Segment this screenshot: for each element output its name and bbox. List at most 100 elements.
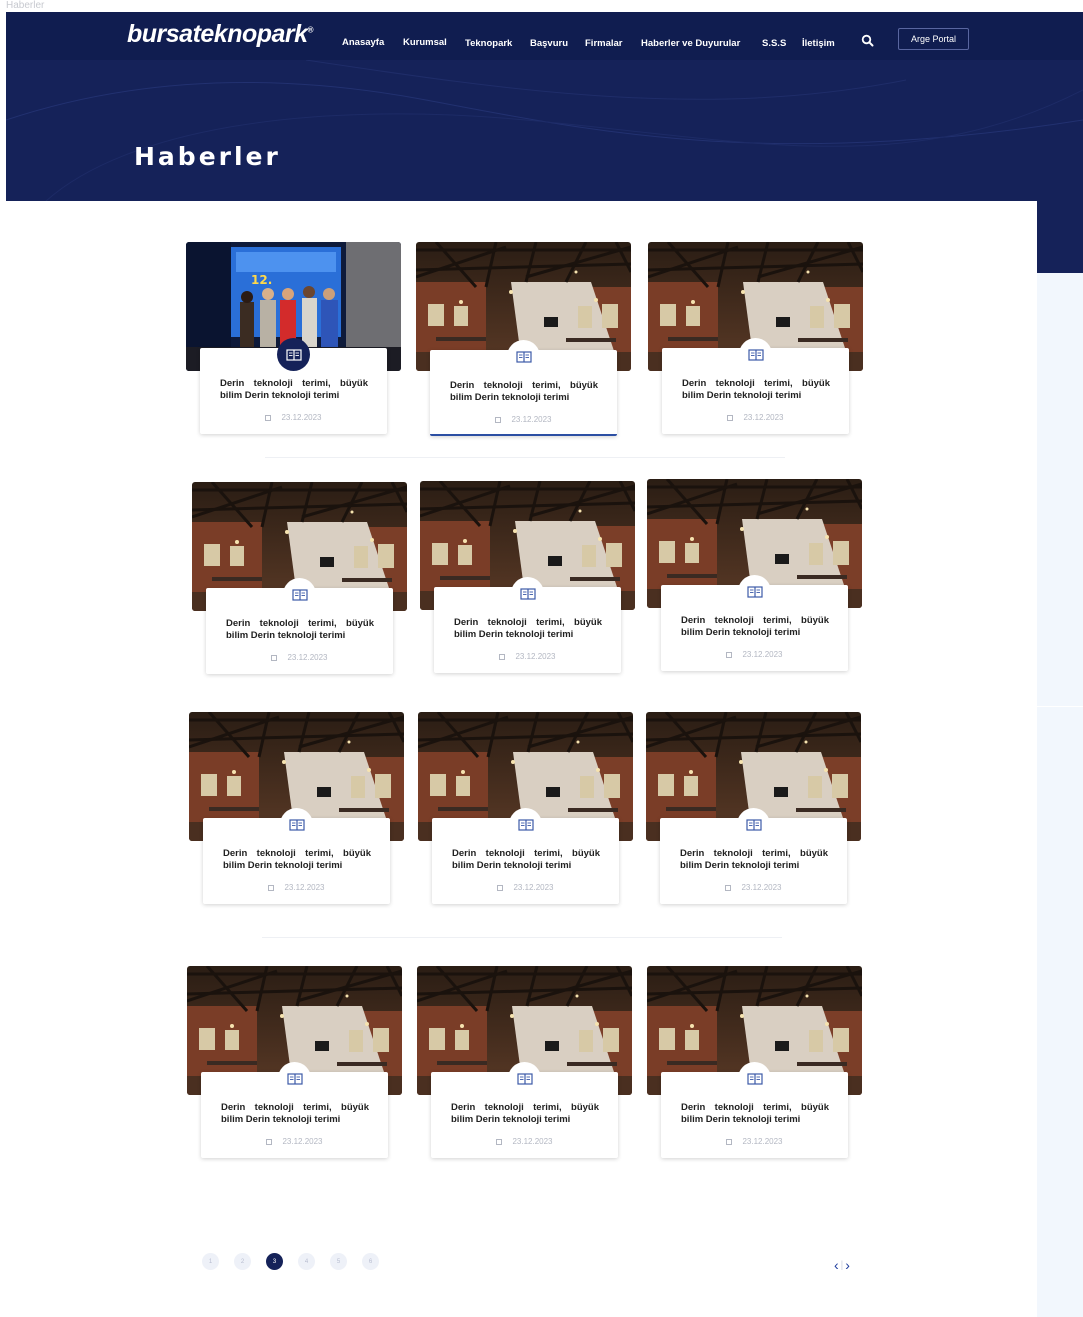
news-card-title[interactable]: Derin teknoloji terimi, büyük bilim Deri… — [451, 1102, 599, 1126]
nav-item-sss[interactable]: S.S.S — [762, 38, 786, 49]
site-logo[interactable]: bursateknopark® — [127, 20, 314, 49]
news-card[interactable]: Derin teknoloji terimi, büyük bilim Deri… — [647, 479, 862, 674]
book-icon — [283, 578, 316, 611]
news-card-title[interactable]: Derin teknoloji terimi, büyük bilim Deri… — [223, 848, 371, 872]
news-card-body[interactable]: Derin teknoloji terimi, büyük bilim Deri… — [201, 1062, 388, 1158]
news-card-date: 23.12.2023 — [434, 652, 621, 661]
nav-item-teknopark[interactable]: Teknopark — [465, 38, 512, 49]
row-divider — [262, 937, 782, 938]
news-card-body[interactable]: Derin teknoloji terimi, büyük bilim Deri… — [200, 338, 387, 434]
nav-item-haberler-duyurular[interactable]: Haberler ve Duyurular — [641, 38, 740, 49]
news-card-body[interactable]: Derin teknoloji terimi, büyük bilim Deri… — [661, 1062, 848, 1158]
news-card-date: 23.12.2023 — [201, 1137, 388, 1146]
calendar-icon — [725, 885, 732, 891]
prev-page-button[interactable]: ‹ — [834, 1257, 839, 1273]
book-icon — [738, 575, 771, 608]
pagination-separator: | — [840, 1260, 844, 1271]
page-number-button[interactable]: 5 — [330, 1253, 347, 1270]
news-card-body[interactable]: Derin teknoloji terimi, büyük bilim Deri… — [206, 578, 393, 674]
calendar-icon — [495, 417, 502, 423]
hero-decoration — [6, 60, 1083, 201]
side-panel — [1037, 273, 1083, 1317]
news-card-body[interactable]: Derin teknoloji terimi, büyük bilim Deri… — [434, 577, 621, 673]
book-icon — [280, 808, 313, 841]
news-card-body[interactable]: Derin teknoloji terimi, büyük bilim Deri… — [431, 1062, 618, 1158]
nav-item-firmalar[interactable]: Firmalar — [585, 38, 623, 49]
news-card[interactable]: 12. Derin teknoloji terimi, büyük bilim … — [186, 242, 401, 437]
news-card-body[interactable]: Derin teknoloji terimi, büyük bilim Deri… — [660, 808, 847, 904]
nav-item-anasayfa[interactable]: Anasayfa — [342, 37, 384, 48]
news-card-date-text: 23.12.2023 — [281, 413, 322, 422]
book-icon — [277, 338, 310, 371]
news-card[interactable]: Derin teknoloji terimi, büyük bilim Deri… — [189, 712, 404, 907]
news-card-title[interactable]: Derin teknoloji terimi, büyük bilim Deri… — [682, 378, 830, 402]
news-card[interactable]: Derin teknoloji terimi, büyük bilim Deri… — [418, 712, 633, 907]
news-card-date: 23.12.2023 — [661, 1137, 848, 1146]
news-card-date-text: 23.12.2023 — [284, 883, 325, 892]
logo-text: bursateknopark — [127, 20, 308, 48]
news-card-body[interactable]: Derin teknoloji terimi, büyük bilim Deri… — [661, 575, 848, 671]
calendar-icon — [268, 885, 275, 891]
news-card[interactable]: Derin teknoloji terimi, büyük bilim Deri… — [648, 242, 863, 437]
news-card-body[interactable]: Derin teknoloji terimi, büyük bilim Deri… — [430, 340, 617, 436]
search-icon[interactable] — [861, 34, 875, 48]
page-number-button[interactable]: 1 — [202, 1253, 219, 1270]
book-icon — [511, 577, 544, 610]
news-card-date-text: 23.12.2023 — [513, 883, 554, 892]
news-card-title[interactable]: Derin teknoloji terimi, büyük bilim Deri… — [681, 1102, 829, 1126]
next-page-button[interactable]: › — [845, 1257, 850, 1273]
news-card[interactable]: Derin teknoloji terimi, büyük bilim Deri… — [420, 481, 635, 676]
page-number-button[interactable]: 4 — [298, 1253, 315, 1270]
news-card-title[interactable]: Derin teknoloji terimi, büyük bilim Deri… — [452, 848, 600, 872]
news-card-title[interactable]: Derin teknoloji terimi, büyük bilim Deri… — [220, 378, 368, 402]
calendar-icon — [496, 1139, 503, 1145]
nav-item-basvuru[interactable]: Başvuru — [530, 38, 568, 49]
page-number-button[interactable]: 6 — [362, 1253, 379, 1270]
site-header: bursateknopark® Anasayfa Kurumsal Teknop… — [6, 12, 1083, 201]
nav-item-kurumsal[interactable]: Kurumsal — [403, 37, 447, 48]
calendar-icon — [499, 654, 506, 660]
calendar-icon — [266, 1139, 273, 1145]
news-card-date-text: 23.12.2023 — [287, 653, 328, 662]
book-icon — [278, 1062, 311, 1095]
news-card-date-text: 23.12.2023 — [512, 1137, 553, 1146]
book-icon — [507, 340, 540, 373]
news-card-title[interactable]: Derin teknoloji terimi, büyük bilim Deri… — [680, 848, 828, 872]
news-card-title[interactable]: Derin teknoloji terimi, büyük bilim Deri… — [454, 617, 602, 641]
pagination-arrows: ‹ | › — [834, 1257, 850, 1273]
news-card-date: 23.12.2023 — [661, 650, 848, 659]
calendar-icon — [497, 885, 504, 891]
browser-tab-label: Haberler — [6, 0, 45, 11]
news-card-body[interactable]: Derin teknoloji terimi, büyük bilim Deri… — [203, 808, 390, 904]
nav-item-iletisim[interactable]: İletişim — [802, 38, 835, 49]
news-card-body[interactable]: Derin teknoloji terimi, büyük bilim Deri… — [432, 808, 619, 904]
book-icon — [508, 1062, 541, 1095]
news-card[interactable]: Derin teknoloji terimi, büyük bilim Deri… — [192, 482, 407, 677]
news-card[interactable]: Derin teknoloji terimi, büyük bilim Deri… — [416, 242, 631, 437]
page-number-button[interactable]: 3 — [266, 1253, 283, 1270]
news-card[interactable]: Derin teknoloji terimi, büyük bilim Deri… — [187, 966, 402, 1161]
arge-portal-button[interactable]: Arge Portal — [898, 28, 969, 50]
row-divider — [265, 457, 785, 458]
news-card-date-text: 23.12.2023 — [511, 415, 552, 424]
news-card-title[interactable]: Derin teknoloji terimi, büyük bilim Deri… — [226, 618, 374, 642]
news-card-date: 23.12.2023 — [431, 1137, 618, 1146]
news-card-date-text: 23.12.2023 — [742, 650, 783, 659]
news-card-date: 23.12.2023 — [662, 413, 849, 422]
news-card-title[interactable]: Derin teknoloji terimi, büyük bilim Deri… — [681, 615, 829, 639]
side-panel-divider — [1037, 706, 1083, 707]
news-card-body[interactable]: Derin teknoloji terimi, büyük bilim Deri… — [662, 338, 849, 434]
news-card-date-text: 23.12.2023 — [515, 652, 556, 661]
calendar-icon — [726, 1139, 733, 1145]
page-number-button[interactable]: 2 — [234, 1253, 251, 1270]
news-card-date: 23.12.2023 — [203, 883, 390, 892]
book-icon — [737, 808, 770, 841]
news-card[interactable]: Derin teknoloji terimi, büyük bilim Deri… — [647, 966, 862, 1161]
news-card-title[interactable]: Derin teknoloji terimi, büyük bilim Deri… — [221, 1102, 369, 1126]
news-card-date: 23.12.2023 — [432, 883, 619, 892]
news-card-title[interactable]: Derin teknoloji terimi, büyük bilim Deri… — [450, 380, 598, 404]
svg-text:12.: 12. — [251, 273, 272, 287]
news-card-date: 23.12.2023 — [660, 883, 847, 892]
news-card[interactable]: Derin teknoloji terimi, büyük bilim Deri… — [646, 712, 861, 907]
news-card[interactable]: Derin teknoloji terimi, büyük bilim Deri… — [417, 966, 632, 1161]
